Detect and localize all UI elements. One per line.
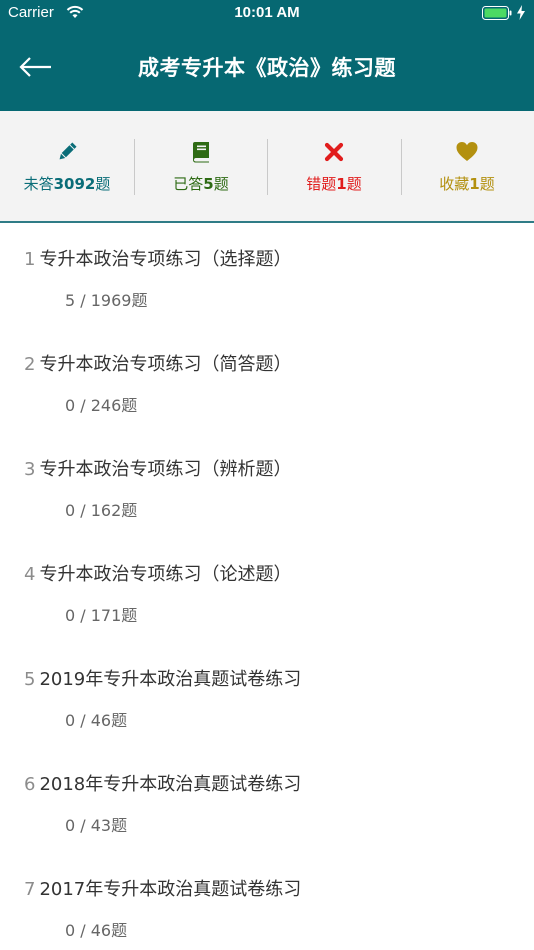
item-title: 专升本政治专项练习（论述题） [39, 564, 292, 585]
item-progress: 0 / 43题 [65, 816, 128, 835]
battery-icon [482, 6, 512, 20]
item-title: 专升本政治专项练习（简答题） [39, 354, 292, 375]
item-index: 5 [24, 669, 36, 690]
list-item[interactable]: 5 2019年专升本政治真题试卷练习 0 / 46题 [0, 645, 534, 750]
list-item[interactable]: 7 2017年专升本政治真题试卷练习 0 / 46题 [0, 855, 534, 950]
item-index: 4 [24, 564, 36, 585]
item-progress: 0 / 171题 [65, 606, 138, 625]
item-index: 2 [24, 354, 36, 375]
item-title-row: 7 2017年专升本政治真题试卷练习 [24, 875, 301, 901]
list-item[interactable]: 6 2018年专升本政治真题试卷练习 0 / 43题 [0, 750, 534, 855]
clock: 10:01 AM [234, 4, 300, 21]
item-title: 专升本政治专项练习（选择题） [39, 249, 292, 270]
stat-answered-label: 已答5题 [173, 175, 229, 193]
stat-unanswered[interactable]: 未答3092题 [0, 111, 134, 221]
item-title: 专升本政治专项练习（辨析题） [39, 459, 292, 480]
item-title-row: 5 2019年专升本政治真题试卷练习 [24, 665, 301, 691]
list-item[interactable]: 2 专升本政治专项练习（简答题） 0 / 246题 [0, 330, 534, 435]
item-title-row: 3 专升本政治专项练习（辨析题） [24, 455, 291, 481]
charging-bolt-icon [517, 5, 525, 20]
stat-favorites-label: 收藏1题 [439, 175, 495, 193]
item-index: 1 [24, 249, 36, 270]
item-title-row: 6 2018年专升本政治真题试卷练习 [24, 770, 301, 796]
x-icon [324, 142, 344, 162]
list-item[interactable]: 1 专升本政治专项练习（选择题） 5 / 1969题 [0, 225, 534, 330]
item-progress: 5 / 1969题 [65, 291, 148, 310]
heart-icon [456, 142, 478, 161]
item-title: 2017年专升本政治真题试卷练习 [39, 879, 302, 900]
item-title-row: 2 专升本政治专项练习（简答题） [24, 350, 291, 376]
stat-wrong-label: 错题1题 [306, 175, 362, 193]
item-title: 2019年专升本政治真题试卷练习 [39, 669, 302, 690]
item-index: 3 [24, 459, 36, 480]
item-progress: 0 / 46题 [65, 921, 128, 940]
pencil-icon [59, 142, 77, 160]
item-index: 7 [24, 879, 36, 900]
list-item[interactable]: 3 专升本政治专项练习（辨析题） 0 / 162题 [0, 435, 534, 540]
list-item[interactable]: 4 专升本政治专项练习（论述题） 0 / 171题 [0, 540, 534, 645]
item-progress: 0 / 162题 [65, 501, 138, 520]
stat-favorites[interactable]: 收藏1题 [400, 111, 534, 221]
stats-bar: 未答3092题 已答5题 错题1题 收藏1题 [0, 111, 534, 223]
page-title: 成考专升本《政治》练习题 [138, 56, 396, 80]
item-title: 2018年专升本政治真题试卷练习 [39, 774, 302, 795]
stat-unanswered-label: 未答3092题 [23, 175, 111, 193]
status-bar: Carrier 10:01 AM [0, 0, 534, 28]
stat-wrong[interactable]: 错题1题 [267, 111, 401, 221]
item-title-row: 1 专升本政治专项练习（选择题） [24, 245, 291, 271]
item-index: 6 [24, 774, 36, 795]
item-progress: 0 / 246题 [65, 396, 138, 415]
book-icon [193, 142, 209, 163]
stat-answered[interactable]: 已答5题 [134, 111, 268, 221]
item-progress: 0 / 46题 [65, 711, 128, 730]
navigation-bar: 成考专升本《政治》练习题 [0, 28, 534, 111]
item-title-row: 4 专升本政治专项练习（论述题） [24, 560, 291, 586]
